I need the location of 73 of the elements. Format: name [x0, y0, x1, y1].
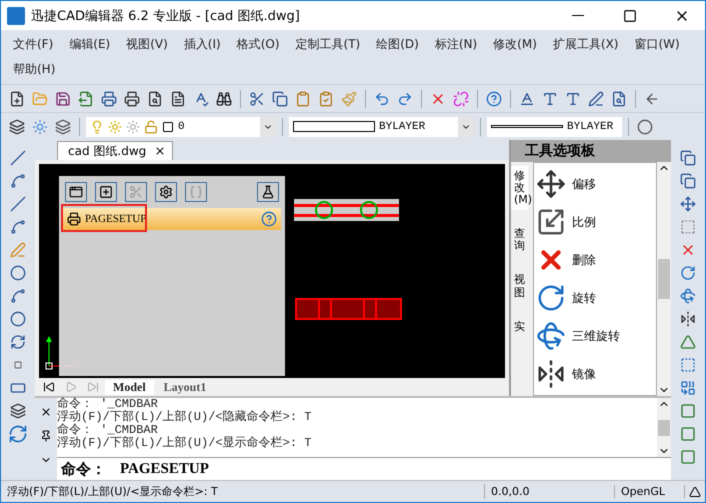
renderer-label: OpenGL [615, 485, 685, 498]
menu-item[interactable]: 插入(I) [178, 32, 227, 57]
mirror-icon [536, 359, 566, 389]
text-pen-icon[interactable] [586, 88, 606, 108]
rotate-3d-icon [536, 321, 566, 351]
minimize-icon [572, 15, 584, 16]
layer-dropdown[interactable]: 0 [86, 116, 276, 136]
sync-icon[interactable] [8, 424, 28, 444]
coordinates: 0.0,0.0 [485, 485, 615, 498]
status-message: 浮动(F)/下部(L)/上部(U)/<显示命令栏>: T [1, 484, 485, 499]
layout-tab[interactable]: Model [105, 380, 154, 394]
linetype-sample [491, 125, 563, 128]
add-icon[interactable] [95, 182, 117, 202]
palette-tab[interactable]: 查询 [511, 224, 528, 256]
unlink-icon[interactable] [451, 88, 471, 108]
maximize-icon [623, 8, 637, 22]
menu-item[interactable]: 编辑(E) [63, 32, 116, 57]
history-line: 命令： '_CMDBAR [57, 398, 159, 411]
circle-icon[interactable] [8, 263, 28, 283]
rotate-icon [536, 283, 566, 313]
layout-tab[interactable]: Layout1 [156, 380, 214, 394]
palette-tool[interactable]: 镜像 [536, 357, 654, 391]
rotate-3d-icon[interactable] [678, 286, 698, 306]
color-swatch-icon [162, 120, 174, 132]
help-icon[interactable] [484, 88, 504, 108]
menu-item[interactable]: 定制工具(T) [290, 32, 366, 57]
menu-item[interactable]: 扩展工具(X) [546, 32, 624, 57]
menu-item[interactable]: 修改(M) [487, 32, 543, 57]
sun-icon [108, 120, 122, 134]
window-icon[interactable] [65, 182, 87, 202]
history-line: 命令： '_CMDBAR [57, 424, 159, 437]
history-line: 浮动(F)/下部(L)/上部(U)/<显示命令栏>: T [57, 437, 312, 450]
history-line: 浮动(F)/下部(L)/上部(U)/<隐藏命令栏>: T [57, 411, 312, 424]
palette-tab[interactable]: 视图 [511, 270, 528, 303]
palette-tool[interactable]: 比例 [536, 205, 654, 239]
cut-icon[interactable] [125, 182, 147, 202]
settings-icon[interactable] [155, 182, 177, 202]
menu-item[interactable]: 文件(F) [7, 32, 60, 57]
document-tab[interactable]: cad 图纸.dwg [57, 141, 174, 160]
line-icon[interactable] [8, 148, 28, 168]
menu-item[interactable]: 窗口(W) [628, 32, 686, 57]
palette-tool[interactable]: 三维旋转 [536, 319, 654, 353]
printer-icon [67, 212, 81, 226]
palette-title: 工具选项板 [511, 140, 671, 162]
window-title: 迅捷CAD编辑器 6.2 专业版 - [cad 图纸.dwg] [31, 8, 301, 24]
scroll-thumb[interactable] [658, 420, 670, 436]
lightbulb-icon [90, 120, 104, 134]
print-icon[interactable] [99, 88, 119, 108]
color-dropdown[interactable]: BYLAYER [289, 116, 474, 136]
app-logo [7, 6, 25, 24]
help-icon[interactable] [261, 211, 277, 227]
unlock-icon [144, 120, 158, 134]
printer-icon[interactable] [122, 88, 142, 108]
scroll-thumb[interactable] [658, 259, 670, 299]
copy-objects-icon[interactable] [678, 171, 698, 191]
copy-icon[interactable] [270, 88, 290, 108]
layers-icon[interactable] [7, 116, 27, 136]
menu-item[interactable]: 帮助(H) [7, 57, 62, 82]
close-icon[interactable] [154, 145, 166, 157]
linetype-dropdown[interactable]: BYLAYER [487, 116, 622, 136]
menu-item[interactable]: 标注(N) [428, 32, 484, 57]
flask-icon[interactable] [257, 182, 279, 202]
braces-icon[interactable] [185, 182, 207, 202]
menu-item[interactable]: 格式(O) [230, 32, 286, 57]
menu-item[interactable]: 绘图(D) [370, 32, 425, 57]
palette-tool[interactable]: 旋转 [536, 281, 654, 315]
menu-item[interactable]: 视图(V) [120, 32, 174, 57]
circle-icon[interactable] [635, 116, 655, 136]
scrollbar[interactable] [657, 398, 671, 457]
palette-tool[interactable]: 删除 [536, 243, 654, 277]
copy-icon[interactable] [678, 148, 698, 168]
palette-tab[interactable]: 实 [511, 316, 528, 337]
palette-tool[interactable]: 偏移 [536, 167, 654, 201]
